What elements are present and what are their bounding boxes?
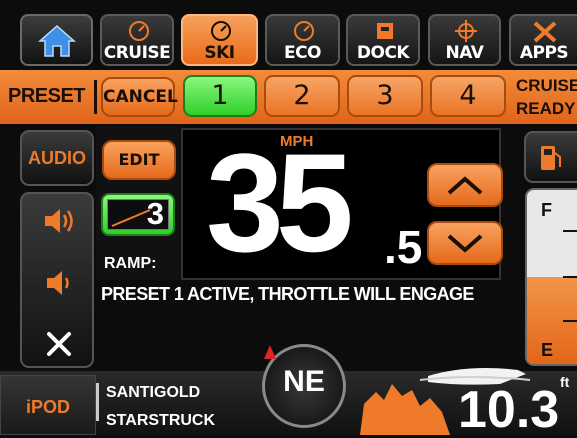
status-message: PRESET 1 ACTIVE, THROTTLE WILL ENGAGE [101, 284, 474, 304]
fuel-full-label: F [541, 200, 552, 220]
preset-title: PRESET [8, 85, 86, 107]
divider [94, 80, 97, 114]
tools-icon [533, 21, 557, 43]
speaker-loud-icon[interactable] [42, 206, 76, 236]
north-pointer-icon [264, 345, 276, 359]
tab-label: CRUISE [103, 43, 171, 63]
preset-button-3[interactable]: 3 [347, 75, 423, 117]
depth-sounder: ft 10.3 [350, 362, 577, 435]
home-icon [37, 24, 76, 57]
speed-up-button[interactable] [427, 163, 503, 207]
fuel-empty-label: E [541, 340, 554, 360]
fuel-button[interactable] [524, 131, 577, 183]
fuel-tick [563, 230, 577, 232]
media-artist: SANTIGOLD [106, 384, 201, 401]
boat-dashboard-screen: { "tabs": [ {"label": "CRUISE", "icon": … [0, 0, 577, 435]
tab-ski[interactable]: SKI [181, 14, 258, 66]
speed-value: 35 [206, 124, 354, 281]
dock-icon [377, 23, 393, 39]
tab-nav[interactable]: NAV [428, 14, 501, 66]
compass-heading: NE [283, 365, 325, 398]
tab-label: SKI [204, 43, 235, 63]
tab-label: NAV [445, 43, 484, 63]
cruise-ready-status: CRUISE READY [516, 74, 577, 120]
volume-panel [20, 192, 94, 368]
tab-eco[interactable]: ECO [265, 14, 340, 66]
tab-label: ECO [283, 43, 322, 63]
speed-fraction: .5 [384, 221, 423, 273]
tab-label: DOCK [356, 43, 410, 63]
chevron-down-icon [447, 234, 483, 253]
preset-button-2[interactable]: 2 [264, 75, 340, 117]
edit-button[interactable]: EDIT [102, 140, 176, 180]
preset-button-4[interactable]: 4 [430, 75, 506, 117]
fuel-tick [563, 320, 577, 322]
speed-down-button[interactable] [427, 221, 503, 265]
speedometer-icon [211, 21, 231, 41]
media-source-button[interactable]: iPOD [0, 375, 96, 435]
audio-label: AUDIO [28, 148, 86, 168]
chevron-up-icon [447, 176, 483, 195]
preset-button-1[interactable]: 1 [183, 75, 257, 117]
home-button[interactable] [20, 14, 93, 66]
fuel-pump-icon [541, 146, 561, 170]
ramp-button[interactable]: 3 [101, 193, 175, 236]
ramp-label: RAMP: [104, 255, 157, 272]
helm-wheel-icon [455, 20, 477, 42]
depth-unit: ft [560, 374, 570, 390]
tab-label: APPS [519, 43, 569, 63]
tab-apps[interactable]: APPS [509, 14, 577, 66]
depth-value: 10.3 [458, 381, 560, 435]
tab-cruise[interactable]: CRUISE [100, 14, 174, 66]
fuel-tick [563, 276, 577, 278]
divider [96, 383, 99, 421]
ramp-value: 3 [146, 196, 164, 231]
tab-dock[interactable]: DOCK [346, 14, 420, 66]
media-track: STARSTRUCK [106, 412, 216, 429]
status-line: CRUISE [516, 76, 577, 95]
ramp-display: 3 [107, 196, 169, 231]
status-line: READY [516, 99, 576, 118]
speedometer-icon [294, 21, 314, 41]
audio-button[interactable]: AUDIO [20, 130, 94, 186]
mute-x-icon[interactable] [44, 330, 74, 358]
media-source: iPOD [25, 397, 70, 417]
speaker-soft-icon[interactable] [42, 268, 76, 298]
fuel-gauge: F E [525, 188, 577, 366]
speedometer-icon [129, 21, 149, 41]
cancel-button[interactable]: CANCEL [101, 77, 178, 117]
